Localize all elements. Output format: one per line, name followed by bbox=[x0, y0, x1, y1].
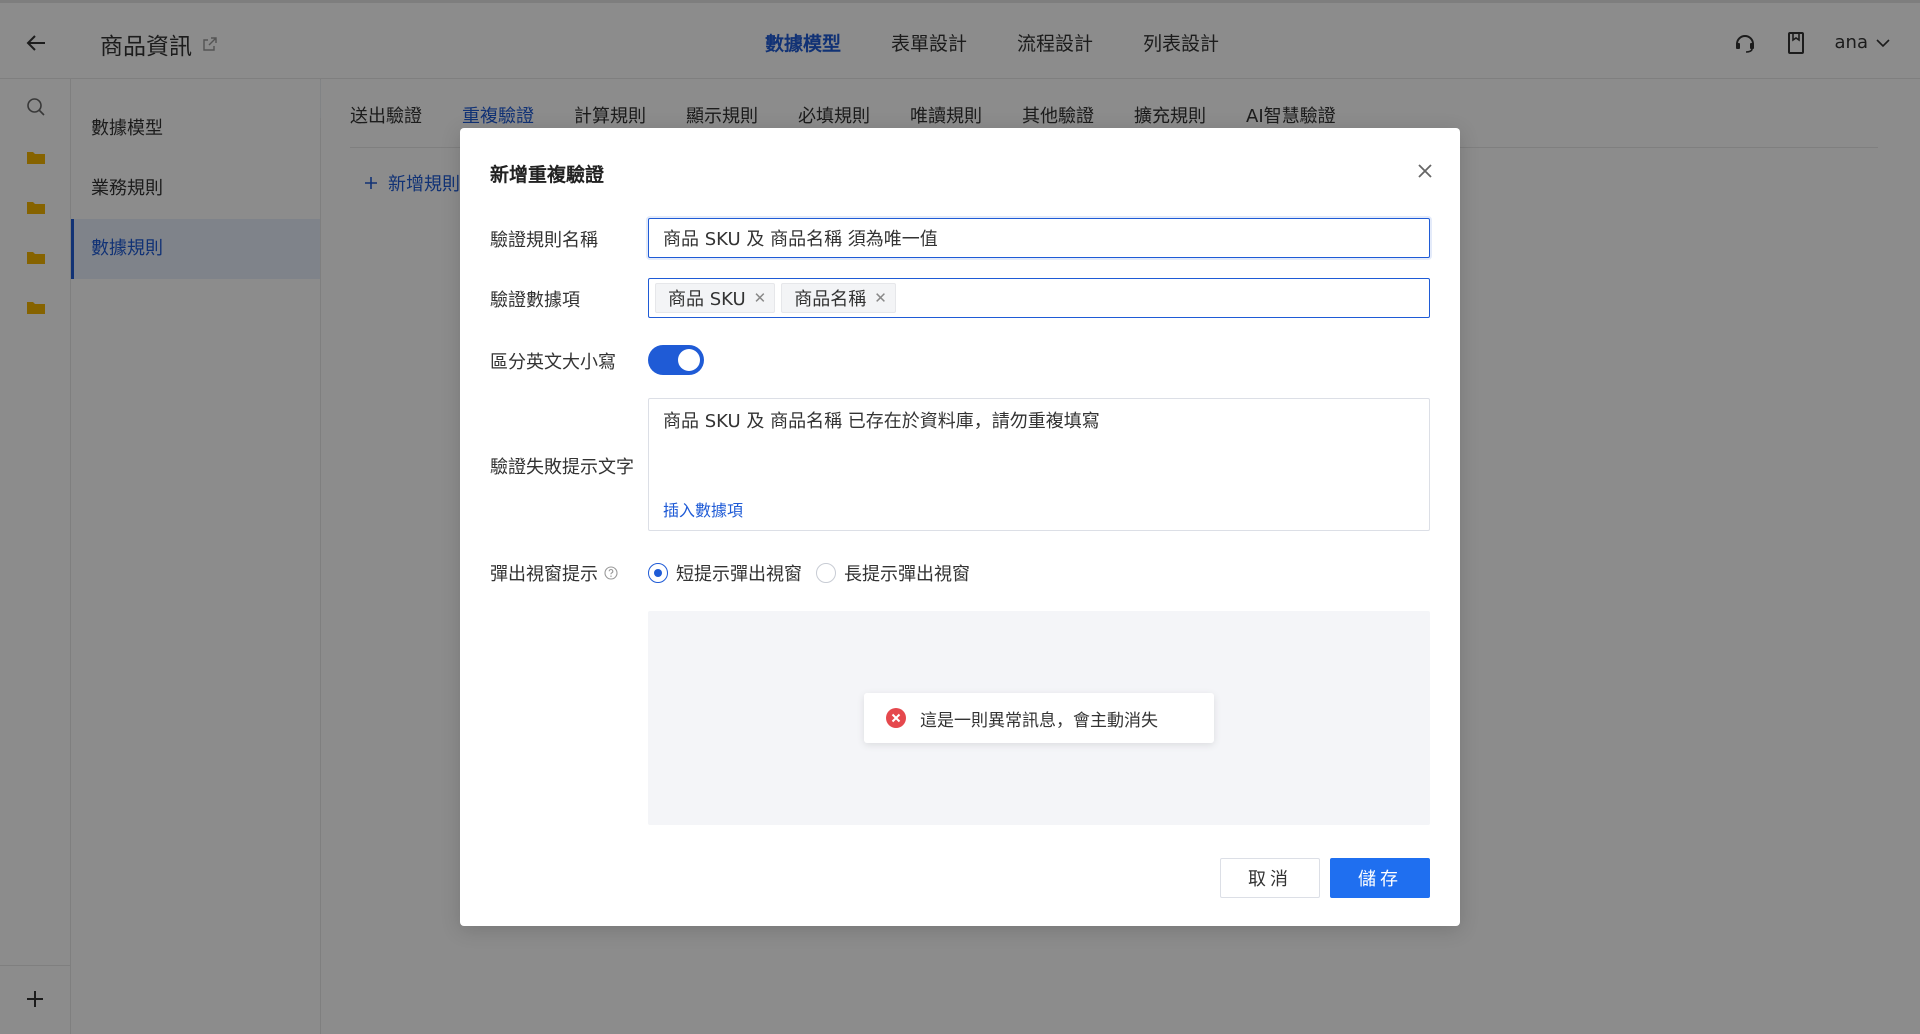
popup-preview-area: 這是一則異常訊息，會主動消失 bbox=[648, 611, 1430, 825]
radio-short-popup-label: 短提示彈出視窗 bbox=[676, 564, 802, 585]
close-icon bbox=[1418, 164, 1432, 178]
popup-radio-group: 短提示彈出視窗 長提示彈出視窗 bbox=[648, 560, 976, 586]
failure-message-textarea[interactable]: 商品 SKU 及 商品名稱 已存在於資料庫，請勿重複填寫 插入數據項 bbox=[648, 398, 1430, 531]
field-tag: 商品名稱 ✕ bbox=[781, 283, 896, 313]
close-button[interactable] bbox=[1412, 158, 1438, 184]
rule-name-input[interactable] bbox=[648, 218, 1430, 258]
fields-label: 驗證數據項 bbox=[490, 290, 580, 311]
field-tag-label: 商品 SKU bbox=[668, 289, 746, 310]
radio-button-checked bbox=[648, 563, 668, 583]
save-button[interactable]: 儲存 bbox=[1330, 858, 1430, 898]
rule-name-label: 驗證規則名稱 bbox=[490, 230, 598, 251]
remove-tag-icon[interactable]: ✕ bbox=[874, 290, 887, 306]
insert-field-link[interactable]: 插入數據項 bbox=[663, 497, 743, 521]
cancel-button[interactable]: 取消 bbox=[1220, 858, 1320, 898]
failure-message-text: 商品 SKU 及 商品名稱 已存在於資料庫，請勿重複填寫 bbox=[663, 411, 1100, 432]
help-icon[interactable] bbox=[604, 566, 618, 580]
toggle-knob bbox=[678, 349, 700, 371]
radio-long-popup[interactable]: 長提示彈出視窗 bbox=[816, 560, 970, 586]
field-tag: 商品 SKU ✕ bbox=[655, 283, 776, 313]
radio-short-popup[interactable]: 短提示彈出視窗 bbox=[648, 560, 802, 586]
failure-message-label: 驗證失敗提示文字 bbox=[490, 457, 634, 478]
case-sensitive-label: 區分英文大小寫 bbox=[490, 352, 616, 373]
radio-long-popup-label: 長提示彈出視窗 bbox=[844, 564, 970, 585]
remove-tag-icon[interactable]: ✕ bbox=[754, 290, 767, 306]
radio-button bbox=[816, 563, 836, 583]
fields-select[interactable]: 商品 SKU ✕ 商品名稱 ✕ bbox=[648, 278, 1430, 318]
error-icon bbox=[886, 708, 906, 728]
popup-label-text: 彈出視窗提示 bbox=[490, 564, 598, 585]
popup-label: 彈出視窗提示 bbox=[490, 560, 618, 586]
preview-toast-text: 這是一則異常訊息，會主動消失 bbox=[920, 710, 1158, 731]
add-duplicate-validation-dialog: 新增重複驗證 驗證規則名稱 驗證數據項 商品 SKU ✕ 商品名稱 ✕ 區分英文… bbox=[460, 128, 1460, 926]
field-tag-label: 商品名稱 bbox=[794, 289, 867, 310]
preview-toast: 這是一則異常訊息，會主動消失 bbox=[864, 693, 1214, 743]
dialog-title: 新增重複驗證 bbox=[490, 164, 605, 186]
case-sensitive-toggle[interactable] bbox=[648, 345, 704, 375]
